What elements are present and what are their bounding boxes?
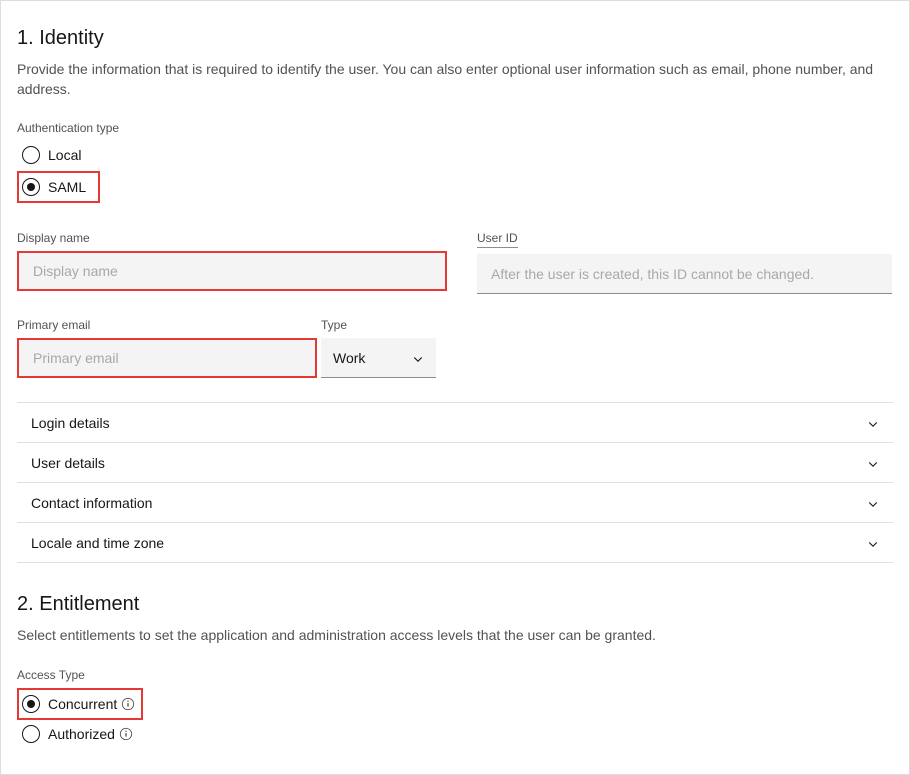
chevron-down-icon: [412, 352, 424, 364]
info-icon[interactable]: [119, 727, 133, 741]
user-id-input[interactable]: [477, 254, 892, 294]
primary-email-label: Primary email: [17, 318, 317, 332]
auth-type-label: Authentication type: [17, 121, 893, 135]
auth-type-saml-label: SAML: [48, 179, 92, 195]
accordion-login-details[interactable]: Login details: [17, 403, 893, 443]
auth-type-radio-group: Local SAML: [17, 141, 893, 203]
entitlement-description: Select entitlements to set the applicati…: [17, 626, 893, 646]
entitlement-title: 2. Entitlement: [17, 593, 893, 616]
user-id-field: User ID: [477, 231, 892, 294]
email-type-label: Type: [321, 318, 436, 332]
radio-icon: [22, 146, 40, 164]
identity-title: 1. Identity: [17, 27, 893, 50]
radio-icon: [22, 695, 40, 713]
radio-icon: [22, 725, 40, 743]
email-type-select[interactable]: Work: [321, 338, 436, 378]
display-name-label: Display name: [17, 231, 447, 245]
access-type-radio-authorized[interactable]: Authorized: [19, 720, 893, 748]
accordion-label: Locale and time zone: [31, 535, 164, 551]
access-type-label: Access Type: [17, 668, 893, 682]
chevron-down-icon: [867, 537, 879, 549]
auth-type-radio-saml[interactable]: SAML: [19, 173, 98, 201]
chevron-down-icon: [867, 457, 879, 469]
identity-accordion: Login details User details Contact infor…: [17, 402, 893, 563]
access-type-radio-concurrent[interactable]: Concurrent: [19, 690, 141, 718]
radio-icon: [22, 178, 40, 196]
accordion-user-details[interactable]: User details: [17, 443, 893, 483]
display-name-input[interactable]: [19, 253, 445, 289]
primary-email-field: Primary email: [17, 318, 317, 378]
email-type-value: Work: [333, 350, 365, 366]
chevron-down-icon: [867, 417, 879, 429]
display-name-field: Display name: [17, 231, 447, 294]
form-container: 1. Identity Provide the information that…: [0, 0, 910, 775]
access-type-radio-group: Concurrent Authorized: [17, 688, 893, 748]
accordion-label: User details: [31, 455, 105, 471]
identity-description: Provide the information that is required…: [17, 60, 893, 99]
auth-type-local-label: Local: [48, 147, 81, 163]
access-type-concurrent-label: Concurrent: [48, 696, 117, 712]
accordion-contact-info[interactable]: Contact information: [17, 483, 893, 523]
accordion-locale[interactable]: Locale and time zone: [17, 523, 893, 563]
user-id-label: User ID: [477, 231, 892, 248]
auth-type-radio-local[interactable]: Local: [19, 141, 893, 169]
chevron-down-icon: [867, 497, 879, 509]
email-type-field: Type Work: [321, 318, 436, 378]
info-icon[interactable]: [121, 697, 135, 711]
accordion-label: Login details: [31, 415, 110, 431]
primary-email-input[interactable]: [19, 340, 315, 376]
accordion-label: Contact information: [31, 495, 152, 511]
access-type-authorized-label: Authorized: [48, 726, 115, 742]
